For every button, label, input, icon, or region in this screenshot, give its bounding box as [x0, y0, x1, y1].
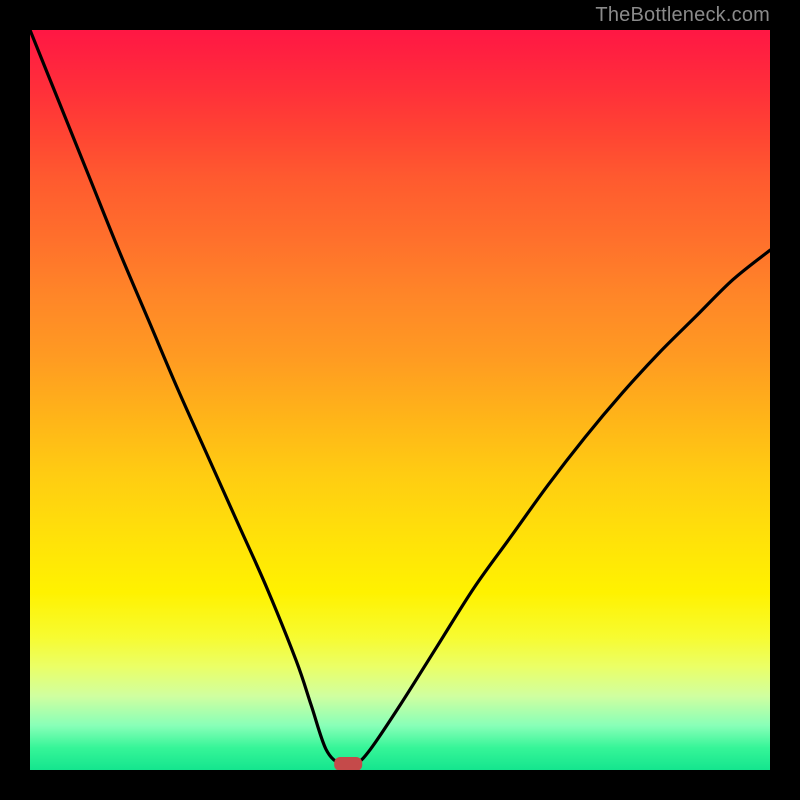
bottleneck-curve	[30, 30, 770, 766]
chart-frame: TheBottleneck.com	[0, 0, 800, 800]
plot-area	[30, 30, 770, 770]
optimal-marker	[334, 757, 362, 770]
curve-layer	[30, 30, 770, 770]
watermark-text: TheBottleneck.com	[595, 4, 770, 27]
